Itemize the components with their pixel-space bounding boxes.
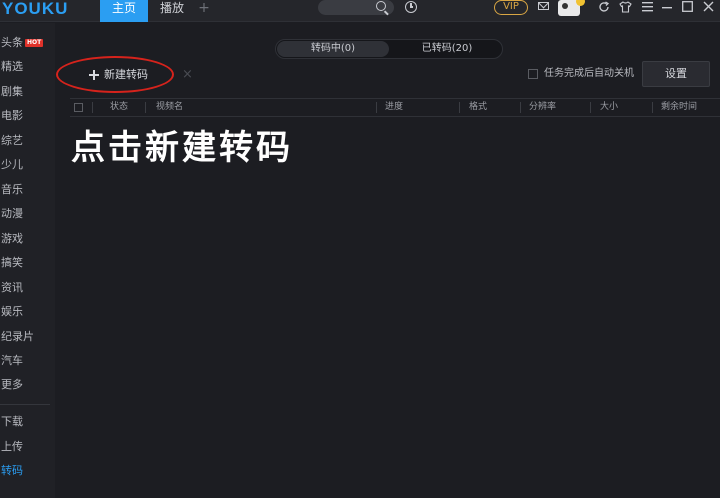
vip-button[interactable]: VIP — [494, 0, 528, 15]
transcode-panel: 转码中(0) 已转码(20) 新建转码 × 任务完成后自动关机 设置 状态 视频… — [56, 23, 720, 498]
transcode-status-switch: 转码中(0) 已转码(20) — [275, 39, 503, 59]
search-input[interactable] — [318, 0, 394, 15]
sidebar-item-auto[interactable]: 汽车 — [0, 351, 55, 371]
skin-icon[interactable] — [619, 1, 632, 13]
table-header: 状态 视频名 进度 格式 分辨率 大小 剩余时间 — [70, 98, 720, 117]
sidebar-item-upload[interactable]: 上传 — [0, 437, 55, 457]
sidebar-item-news[interactable]: 资讯 — [0, 278, 55, 298]
sidebar-item-movies[interactable]: 电影 — [0, 106, 55, 126]
maximize-icon[interactable] — [682, 1, 693, 12]
sidebar-item-series[interactable]: 剧集 — [0, 82, 55, 102]
mail-icon[interactable] — [538, 2, 549, 10]
column-divider — [590, 102, 591, 113]
sidebar-item-documentary[interactable]: 纪录片 — [0, 327, 55, 347]
column-video-name[interactable]: 视频名 — [156, 99, 183, 116]
delete-icon[interactable]: × — [182, 67, 193, 82]
sidebar-item-headlines[interactable]: 头条 HOT — [0, 33, 55, 53]
sidebar-item-featured[interactable]: 精选 — [0, 57, 55, 77]
column-divider — [92, 102, 93, 113]
tab-transcoded[interactable]: 已转码(20) — [392, 41, 502, 57]
hot-badge: HOT — [25, 39, 44, 47]
sidebar-item-funny[interactable]: 搞笑 — [0, 253, 55, 273]
minimize-icon[interactable] — [662, 2, 673, 12]
search-icon[interactable] — [376, 1, 386, 11]
tab-play[interactable]: 播放 — [150, 0, 194, 22]
highlight-annotation — [56, 56, 174, 93]
column-status[interactable]: 状态 — [110, 99, 128, 116]
sidebar-item-games[interactable]: 游戏 — [0, 229, 55, 249]
tab-transcoding[interactable]: 转码中(0) — [277, 41, 389, 57]
sidebar-item-download[interactable]: 下载 — [0, 412, 55, 432]
column-format[interactable]: 格式 — [469, 99, 487, 116]
column-divider — [520, 102, 521, 113]
notification-dot — [576, 0, 585, 6]
sidebar-item-more[interactable]: 更多 — [0, 375, 55, 395]
tab-home[interactable]: 主页 — [100, 0, 148, 22]
column-remaining-time[interactable]: 剩余时间 — [661, 99, 697, 116]
sidebar-item-transcode[interactable]: 转码 — [0, 461, 55, 481]
sidebar-item-anime[interactable]: 动漫 — [0, 204, 55, 224]
sidebar-item-variety[interactable]: 综艺 — [0, 131, 55, 151]
close-icon[interactable] — [703, 1, 714, 12]
auto-shutdown-label: 任务完成后自动关机 — [544, 68, 634, 79]
youku-logo[interactable]: YOUKU — [2, 0, 68, 18]
title-bar: YOUKU 主页 播放 + VIP — [0, 0, 720, 22]
column-divider — [652, 102, 653, 113]
sidebar-item-music[interactable]: 音乐 — [0, 180, 55, 200]
column-progress[interactable]: 进度 — [385, 99, 403, 116]
auto-shutdown-checkbox[interactable] — [528, 69, 538, 79]
column-divider — [376, 102, 377, 113]
add-tab-button[interactable]: + — [196, 0, 212, 22]
history-icon[interactable] — [405, 1, 417, 13]
empty-state-hint: 点击新建转码 — [71, 128, 293, 168]
menu-icon[interactable] — [642, 2, 653, 12]
select-all-checkbox[interactable] — [74, 103, 83, 112]
settings-button[interactable]: 设置 — [642, 61, 710, 87]
sidebar-item-kids[interactable]: 少儿 — [0, 155, 55, 175]
refresh-icon[interactable] — [598, 1, 610, 13]
column-resolution[interactable]: 分辨率 — [529, 99, 556, 116]
column-size[interactable]: 大小 — [600, 99, 618, 116]
sidebar-divider — [0, 404, 50, 405]
sidebar-item-label: 头条 — [1, 36, 23, 49]
sidebar: 头条 HOT 精选 剧集 电影 综艺 少儿 音乐 动漫 游戏 搞笑 资讯 娱乐 纪… — [0, 23, 55, 498]
column-divider — [145, 102, 146, 113]
sidebar-item-entertainment[interactable]: 娱乐 — [0, 302, 55, 322]
column-divider — [459, 102, 460, 113]
